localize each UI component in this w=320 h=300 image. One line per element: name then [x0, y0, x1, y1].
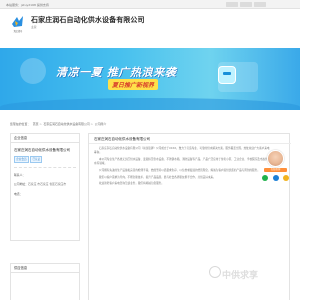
- promo-banner[interactable]: 清凉一夏 推广热浪来袭 夏日推广新视界: [0, 48, 300, 110]
- contact-label: 联系人：: [14, 172, 26, 177]
- banner-headline: 清凉一夏 推广热浪来袭: [56, 66, 177, 79]
- supply-info-title: 供应信息: [11, 264, 79, 273]
- breadcrumb-company[interactable]: 石家庄润石自动化供水设备有限公司: [43, 122, 89, 126]
- address-label: 公司地址：: [14, 182, 28, 187]
- online-consult-button[interactable]: 在线咨询: [264, 168, 287, 172]
- phone-icon[interactable]: [283, 175, 289, 181]
- logo-icon: [12, 16, 23, 27]
- consultant-avatar[interactable]: [267, 150, 284, 167]
- company-info-title: 企业信息: [11, 134, 79, 143]
- company-info-panel: 企业信息 石家庄润石自动化供水设备有限公司 企业会员 已认证 联系人： 公司地址…: [10, 133, 80, 241]
- phone-label: 电话：: [14, 191, 23, 196]
- address-row: 公司地址：石家庄 市石家庄 省区石家庄市: [14, 182, 76, 187]
- site-logo[interactable]: 淘宝找号: [9, 14, 27, 33]
- top-link-placeholder[interactable]: [240, 2, 252, 7]
- cert-badges: 企业会员 已认证: [14, 156, 76, 163]
- banner-subline: 夏日推广新视界: [108, 79, 159, 90]
- profile-paragraph: 欢迎新老客户来电咨询洽谈业务，我们将竭诚为您服务。: [99, 182, 164, 186]
- qq-icon[interactable]: [272, 175, 279, 181]
- consult-widget[interactable]: 在线咨询: [259, 150, 292, 190]
- top-link-placeholder[interactable]: [226, 2, 238, 7]
- robot-icon: [218, 66, 236, 84]
- divider: [14, 166, 76, 168]
- banner-wave: [0, 98, 300, 110]
- watermark-logo: [209, 266, 221, 278]
- watermark-text: 中供求享: [222, 271, 259, 281]
- profile-title: 石家庄润石自动化供水设备有限公司: [94, 137, 150, 141]
- breadcrumb-location: 您现在的位置: [10, 122, 28, 126]
- profile-paragraph: 我们以客户需求为导向，不断创新技术，提升产品品质，愿与社会各界朋友携手合作，共创…: [99, 175, 216, 179]
- banner-decoration: [20, 58, 46, 84]
- verified-badge: 已认证: [30, 156, 43, 163]
- company-title: 石家庄润石自动化供水设备有限公司: [31, 16, 145, 24]
- welcome-text: 本站服务：jstuyd168 提供支持: [6, 3, 49, 7]
- logo-label: 淘宝找号: [13, 30, 23, 33]
- contact-icons: [262, 175, 289, 181]
- sidebar-company-name[interactable]: 石家庄润石自动化供水设备有限公司: [14, 148, 76, 153]
- supply-info-panel: 供应信息: [10, 263, 80, 300]
- top-links: [226, 2, 266, 7]
- profile-paragraph: 公司拥有先进的生产设备和完善的检测手段，始终坚持以质量求生存、以信誉求发展的经营…: [99, 169, 260, 172]
- profile-paragraph: 石家庄润石自动化供水设备有限公司（前身铭牌）公司成立于XXXX，致力于打造专业、…: [94, 147, 270, 155]
- breadcrumb: 您现在的位置： 首页> 石家庄润石自动化供水设备有限公司> 公司简介: [10, 122, 107, 126]
- contact-row: 联系人：: [14, 173, 76, 178]
- breadcrumb-current: 公司简介: [94, 122, 107, 126]
- address-value: 石家庄 市石家庄 省区石家庄市: [28, 182, 67, 187]
- member-badge: 企业会员: [14, 156, 29, 163]
- profile-body: 石家庄润石自动化供水设备有限公司（前身铭牌）公司成立于XXXX，致力于打造专业、…: [94, 147, 270, 189]
- top-link-placeholder[interactable]: [254, 2, 266, 7]
- company-tag: 主营: [31, 25, 37, 29]
- wechat-icon[interactable]: [262, 175, 268, 181]
- divider: [89, 143, 291, 144]
- breadcrumb-home[interactable]: 首页: [33, 122, 39, 126]
- phone-row: 电话：: [14, 192, 76, 197]
- profile-paragraph: 本公司专业生产各类无负压供水设备、变频恒压供水设备、不锈钢水箱、消防设备等产品，…: [94, 158, 268, 166]
- top-bar: 本站服务：jstuyd168 提供支持: [0, 0, 300, 9]
